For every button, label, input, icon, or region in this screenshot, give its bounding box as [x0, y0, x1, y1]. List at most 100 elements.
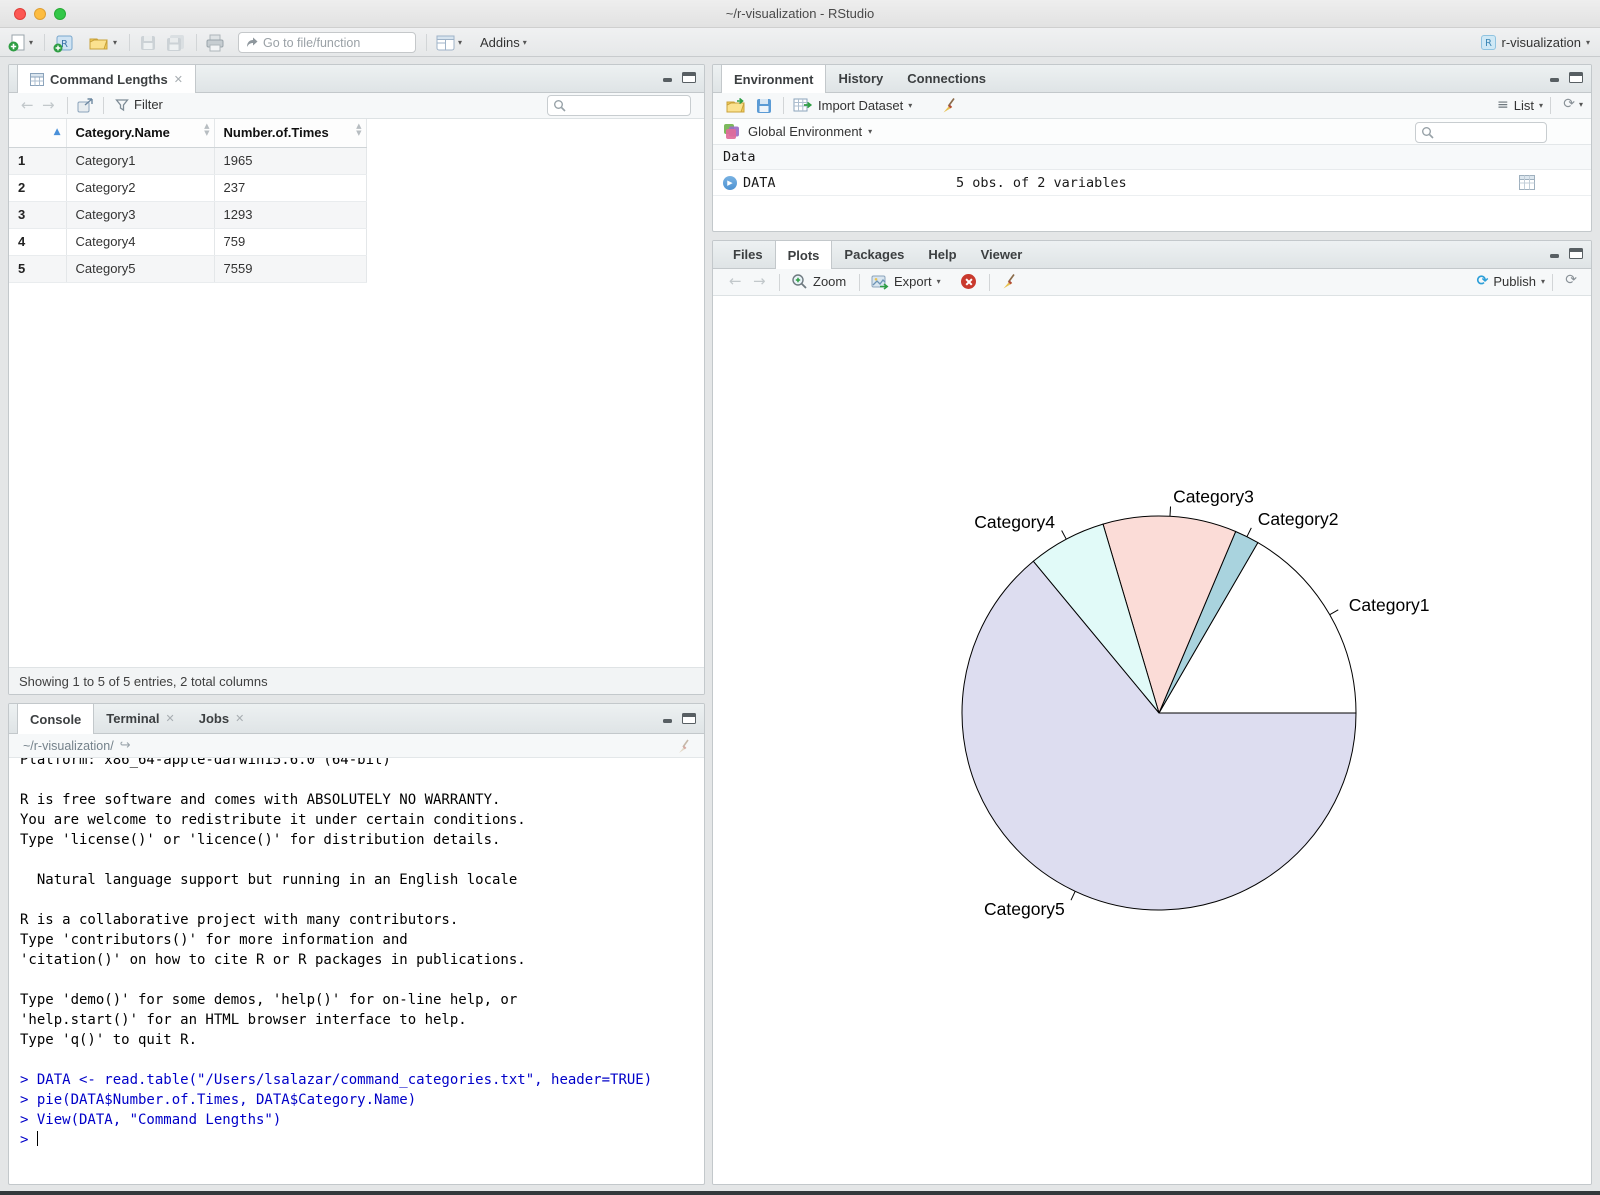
open-workspace-icon[interactable]: [725, 97, 747, 115]
maximize-pane-button[interactable]: [1569, 248, 1583, 259]
print-icon: [206, 34, 224, 51]
maximize-pane-button[interactable]: [682, 72, 696, 83]
sort-ascending-icon: ▲: [53, 127, 61, 137]
zoom-plot-button[interactable]: Zoom: [791, 273, 846, 290]
workspace-panes-button[interactable]: ▾: [436, 32, 462, 53]
panes-grid-icon: [436, 35, 455, 50]
table-row[interactable]: 4 Category4 759: [9, 228, 367, 256]
goto-file-input[interactable]: Go to file/function: [238, 32, 416, 53]
save-button[interactable]: [139, 32, 157, 53]
divider: [196, 34, 197, 51]
chevron-down-icon: ▾: [936, 277, 941, 286]
save-workspace-icon[interactable]: [755, 97, 773, 115]
publish-label: Publish: [1493, 273, 1536, 289]
sort-icons: ▲ ▼: [356, 122, 362, 137]
list-icon: ≡: [1497, 97, 1509, 113]
tab-console[interactable]: Console: [17, 704, 95, 734]
console-body[interactable]: Platform: x86_64-apple-darwin15.6.0 (64-…: [9, 758, 704, 1184]
table-search-input[interactable]: [547, 95, 691, 116]
remove-plot-icon[interactable]: [961, 274, 976, 289]
divider: [859, 274, 860, 291]
view-table-icon[interactable]: [1519, 175, 1535, 190]
window-title: ~/r-visualization - RStudio: [725, 6, 875, 21]
new-file-button[interactable]: ▾: [8, 32, 33, 53]
environment-object-row[interactable]: ▶ DATA 5 obs. of 2 variables: [713, 170, 1591, 196]
refresh-environment-button[interactable]: ⟳ ▾: [1563, 96, 1583, 112]
close-icon[interactable]: ✕: [235, 712, 244, 725]
scope-label: Global Environment: [748, 124, 863, 139]
pie-label: Category5: [984, 899, 1065, 919]
tab-packages[interactable]: Packages: [832, 241, 916, 268]
export-label: Export: [894, 274, 932, 289]
working-directory: ~/r-visualization/: [23, 738, 114, 753]
clear-console-icon[interactable]: [676, 739, 692, 754]
pie-label-tick: [1329, 609, 1339, 616]
minimize-pane-button[interactable]: [1548, 72, 1562, 83]
divider: [989, 274, 990, 291]
table-row[interactable]: 5 Category5 7559: [9, 255, 367, 283]
minimize-pane-button[interactable]: [661, 72, 675, 83]
environment-scope-selector[interactable]: Global Environment ▾: [748, 124, 872, 139]
new-project-button[interactable]: R: [52, 32, 76, 53]
import-dataset-button[interactable]: Import Dataset ▾: [793, 97, 912, 114]
object-name: DATA: [743, 175, 776, 191]
maximize-pane-button[interactable]: [682, 713, 696, 724]
filter-button[interactable]: Filter: [115, 97, 163, 112]
save-all-button[interactable]: [166, 32, 186, 53]
rownum-header[interactable]: ▲: [9, 119, 67, 148]
addins-button[interactable]: Addins ▾: [480, 32, 527, 53]
svg-text:R: R: [1485, 38, 1492, 49]
table-row[interactable]: 2 Category2 237: [9, 174, 367, 202]
table-row[interactable]: 3 Category3 1293: [9, 201, 367, 229]
previous-plot-icon[interactable]: ←: [729, 272, 742, 290]
export-plot-button[interactable]: Export ▾: [871, 273, 941, 290]
minimize-pane-button[interactable]: [661, 713, 675, 724]
chevron-down-icon: ▾: [113, 38, 118, 47]
tab-viewer[interactable]: Viewer: [969, 241, 1035, 268]
forward-icon[interactable]: →: [42, 96, 55, 114]
next-plot-icon[interactable]: →: [753, 272, 766, 290]
expand-object-icon[interactable]: ▶: [723, 176, 737, 190]
data-table: ▲ Category.Name ▲ ▼ Number.of.Times ▲ ▼ 1 Cat…: [9, 119, 367, 283]
table-row[interactable]: 1 Category1 1965: [9, 147, 367, 175]
open-file-button[interactable]: ▾: [88, 32, 117, 53]
publish-plot-button[interactable]: ⟳ Publish ▾: [1477, 273, 1545, 289]
import-dataset-icon: [793, 98, 813, 112]
column-header[interactable]: Category.Name ▲ ▼: [66, 119, 215, 148]
close-icon[interactable]: ✕: [166, 712, 175, 725]
console-output: Platform: x86_64-apple-darwin15.6.0 (64-…: [20, 758, 653, 1148]
close-icon[interactable]: ✕: [174, 73, 183, 86]
list-view-button[interactable]: ≡ List ▾: [1497, 97, 1543, 113]
environment-search-input[interactable]: [1415, 121, 1547, 143]
goto-arrow-icon: [247, 37, 258, 47]
chevron-down-icon: ▾: [29, 38, 34, 47]
tab-plots[interactable]: Plots: [774, 241, 833, 269]
clear-plots-icon[interactable]: [1001, 273, 1018, 290]
goto-directory-icon[interactable]: ↪: [120, 738, 131, 753]
popout-icon[interactable]: [77, 98, 94, 114]
tab-environment[interactable]: Environment: [721, 65, 827, 93]
object-description: 5 obs. of 2 variables: [956, 175, 1127, 191]
search-icon: [554, 100, 566, 112]
chevron-down-icon: ▾: [522, 38, 527, 47]
column-header[interactable]: Number.of.Times ▲ ▼: [214, 119, 367, 148]
minimize-pane-button[interactable]: [1548, 248, 1562, 259]
filter-icon: [115, 98, 129, 111]
maximize-pane-button[interactable]: [1569, 72, 1583, 83]
tab-connections[interactable]: Connections: [895, 65, 998, 92]
tab-terminal[interactable]: Terminal ✕: [94, 704, 186, 733]
tab-command-lengths[interactable]: Command Lengths ✕: [17, 65, 196, 93]
console-tabstrip: Console Terminal ✕ Jobs ✕: [9, 704, 704, 734]
tab-files[interactable]: Files: [721, 241, 775, 268]
table-icon: [30, 72, 44, 86]
tab-history[interactable]: History: [826, 65, 895, 92]
back-icon[interactable]: ←: [21, 96, 34, 114]
project-selector[interactable]: R r-visualization ▾: [1480, 32, 1590, 53]
viewer-statusbar: Showing 1 to 5 of 5 entries, 2 total col…: [9, 667, 704, 694]
tab-help[interactable]: Help: [916, 241, 968, 268]
refresh-plot-icon[interactable]: ⟳: [1565, 272, 1577, 288]
print-button[interactable]: [205, 32, 225, 53]
clear-environment-icon[interactable]: [941, 97, 958, 114]
save-all-icon: [167, 34, 184, 51]
tab-jobs[interactable]: Jobs ✕: [187, 704, 257, 733]
